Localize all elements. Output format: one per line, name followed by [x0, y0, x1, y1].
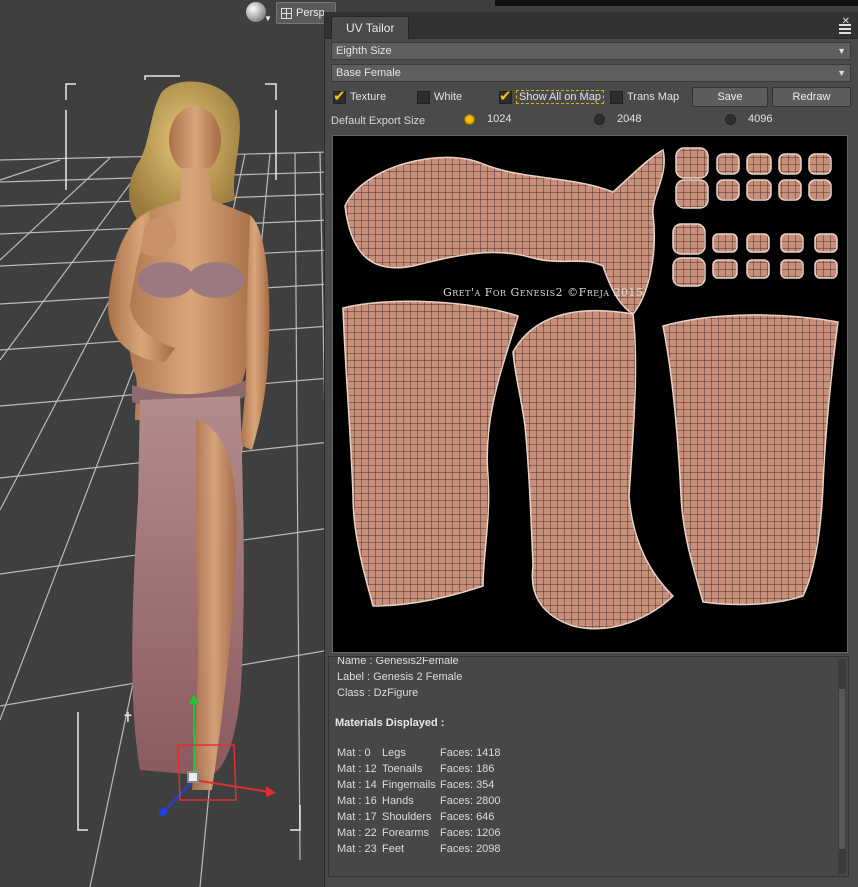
info-name: Name : Genesis2Female — [337, 656, 459, 667]
scrollbar-thumb[interactable] — [839, 689, 845, 849]
material-faces: Faces: 2800 — [440, 795, 501, 807]
material-id: Mat : 14 — [337, 779, 377, 791]
camera-label: Persp — [296, 7, 325, 19]
checkbox-box[interactable] — [333, 87, 346, 105]
material-id: Mat : 22 — [337, 827, 377, 839]
info-pane: Name : Genesis2Female Label : Genesis 2 … — [328, 656, 849, 877]
export-size-row: Default Export Size 1024 2048 4096 — [331, 110, 851, 132]
material-id: Mat : 16 — [337, 795, 377, 807]
export-2048-radio[interactable]: 2048 — [594, 113, 641, 125]
material-id: Mat : 12 — [337, 763, 377, 775]
uv-credit-text: Gret'a For Genesis2 ©Freja 2015 — [443, 286, 644, 299]
material-faces: Faces: 1206 — [440, 827, 501, 839]
export-4096-radio[interactable]: 4096 — [725, 113, 772, 125]
radio-dot[interactable] — [594, 113, 605, 125]
info-label: Label : Genesis 2 Female — [337, 671, 463, 683]
material-id: Mat : 17 — [337, 811, 377, 823]
info-class: Class : DzFigure — [337, 687, 419, 699]
material-id: Mat : 23 — [337, 843, 377, 855]
genesis2-female-figure[interactable]: ✝ — [0, 0, 330, 887]
panel-menu-icon[interactable] — [839, 24, 851, 36]
show-all-on-map-checkbox[interactable]: Show All on Map — [499, 87, 604, 105]
checkbox-box[interactable] — [610, 90, 623, 104]
material-name: Shoulders — [382, 811, 432, 823]
export-2048-label: 2048 — [617, 113, 642, 125]
material-name: Legs — [382, 747, 406, 759]
chevron-down-icon: ▼ — [837, 46, 846, 56]
checkbox-box[interactable] — [499, 87, 512, 105]
svg-text:✝: ✝ — [122, 710, 134, 726]
export-4096-label: 4096 — [748, 113, 773, 125]
material-name: Hands — [382, 795, 414, 807]
texture-checkbox[interactable]: Texture — [333, 87, 387, 105]
radio-dot[interactable] — [725, 113, 736, 125]
texture-label: Texture — [350, 91, 387, 103]
uv-islands — [342, 147, 839, 630]
figure-dropdown[interactable]: Base Female ▼ — [331, 64, 851, 82]
material-name: Toenails — [382, 763, 423, 775]
chevron-down-icon[interactable]: ▼ — [264, 14, 272, 23]
material-faces: Faces: 646 — [440, 811, 495, 823]
material-name: Forearms — [382, 827, 430, 839]
panel-tabbar: UV Tailor ✕ — [325, 12, 858, 39]
size-dropdown-value: Eighth Size — [336, 45, 392, 57]
white-checkbox[interactable]: White — [417, 89, 462, 105]
material-faces: Faces: 354 — [440, 779, 495, 791]
checkbox-box[interactable] — [417, 90, 430, 104]
material-id: Mat : 0 — [337, 747, 371, 759]
options-row: Texture White Show All on Map Trans Map … — [331, 86, 851, 108]
material-name: Feet — [382, 843, 405, 855]
export-1024-radio[interactable]: 1024 — [464, 113, 511, 125]
material-name: Fingernails — [382, 779, 436, 791]
uv-map-canvas[interactable]: Gret'a For Genesis2 ©Freja 2015 — [332, 135, 848, 653]
size-dropdown[interactable]: Eighth Size ▼ — [331, 42, 851, 60]
white-label: White — [434, 91, 463, 103]
figure-dropdown-value: Base Female — [336, 67, 401, 79]
radio-dot[interactable] — [464, 113, 475, 125]
export-size-label: Default Export Size — [331, 115, 426, 127]
tab-uv-tailor[interactable]: UV Tailor — [331, 16, 410, 39]
materials-heading: Materials Displayed : — [335, 717, 445, 729]
material-faces: Faces: 2098 — [440, 843, 501, 855]
save-button[interactable]: Save — [692, 87, 768, 107]
viewport-grid-icon — [281, 7, 292, 19]
material-faces: Faces: 186 — [440, 763, 495, 775]
render-sphere-icon[interactable] — [246, 2, 266, 22]
chevron-down-icon: ▼ — [837, 68, 846, 78]
viewport-top-strip — [495, 0, 858, 6]
trans-map-label: Trans Map — [627, 91, 680, 103]
redraw-button[interactable]: Redraw — [772, 87, 851, 107]
material-faces: Faces: 1418 — [440, 747, 501, 759]
show-all-on-map-label: Show All on Map — [516, 90, 604, 104]
export-1024-label: 1024 — [487, 113, 512, 125]
uv-tailor-panel: UV Tailor ✕ Eighth Size ▼ Base Female ▼ … — [324, 12, 858, 887]
info-scrollbar[interactable] — [838, 659, 846, 874]
trans-map-checkbox[interactable]: Trans Map — [610, 89, 679, 105]
